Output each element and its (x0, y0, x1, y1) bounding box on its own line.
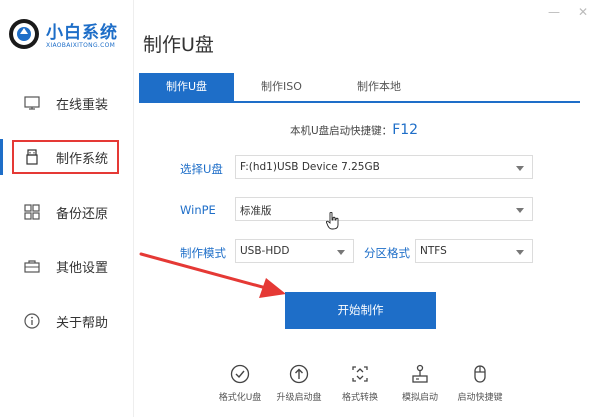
sidebar-item-label: 关于帮助 (56, 316, 109, 331)
tool-label: 格式化U盘 (218, 393, 262, 403)
partition-select-value: NTFS (420, 245, 447, 257)
sidebar-item-online-reinstall[interactable]: 在线重装 (0, 85, 133, 121)
partition-label: 分区格式 (364, 246, 410, 260)
hotkey-text: 本机U盘启动快捷键： (290, 125, 393, 137)
tab-bar: 制作U盘 制作ISO 制作本地 (139, 73, 580, 103)
page-title: 制作U盘 (143, 34, 214, 56)
start-make-button[interactable]: 开始制作 (285, 292, 436, 329)
usb-select-value: F:(hd1)USB Device 7.25GB (240, 161, 380, 173)
logo-subtitle: XIAOBAIXITONG.COM (46, 42, 116, 49)
chevron-down-icon (337, 250, 345, 255)
tool-label: 模拟启动 (401, 393, 438, 403)
sidebar-item-other-settings[interactable]: 其他设置 (0, 248, 133, 284)
winpe-label: WinPE (180, 203, 216, 217)
check-circle-icon (230, 364, 250, 384)
sidebar-item-backup-restore[interactable]: 备份还原 (0, 194, 133, 230)
chevron-down-icon (516, 208, 524, 213)
logo-title: 小白系统 (46, 23, 118, 43)
tab-make-local[interactable]: 制作本地 (329, 73, 429, 101)
chevron-down-icon (516, 250, 524, 255)
chevron-down-icon (516, 166, 524, 171)
highlight-frame (12, 140, 119, 174)
tool-upgrade-boot-disk[interactable]: 升级启动盘 (269, 364, 329, 412)
tool-label: 格式转换 (341, 393, 378, 403)
sidebar-item-about-help[interactable]: 关于帮助 (0, 303, 133, 339)
hotkey-key: F12 (392, 122, 419, 138)
tool-format-convert[interactable]: 格式转换 (330, 364, 390, 412)
xiaobai-logo-icon (9, 19, 39, 49)
tool-boot-hotkey[interactable]: 启动快捷键 (450, 364, 510, 412)
convert-icon (352, 366, 368, 382)
monitor-icon (24, 96, 40, 110)
upload-circle-icon (289, 364, 309, 384)
logo: 小白系统 XIAOBAIXITONG.COM (8, 16, 128, 56)
tab-make-usb[interactable]: 制作U盘 (139, 73, 234, 101)
sidebar: 小白系统 XIAOBAIXITONG.COM 在线重装 制作系统 备份还原 其他… (0, 0, 134, 417)
simulate-icon (412, 364, 428, 383)
partition-select[interactable]: NTFS (415, 239, 533, 263)
usb-label: 选择U盘 (180, 162, 223, 176)
briefcase-icon (24, 260, 40, 273)
active-indicator (0, 139, 3, 175)
usb-select[interactable]: F:(hd1)USB Device 7.25GB (235, 155, 533, 179)
sidebar-item-label: 在线重装 (56, 98, 109, 113)
tool-simulate-boot[interactable]: 模拟启动 (390, 364, 450, 412)
hotkey-hint: 本机U盘启动快捷键：F12 (290, 122, 418, 138)
grid-icon (24, 204, 40, 220)
close-button[interactable]: ✕ (578, 6, 590, 18)
pointer-arrow-icon (139, 252, 286, 298)
sidebar-item-label: 其他设置 (56, 261, 109, 276)
minimize-button[interactable]: — (548, 6, 560, 18)
info-icon (24, 313, 40, 329)
mouse-icon (474, 365, 486, 383)
hand-cursor-icon (326, 212, 339, 230)
tab-make-iso[interactable]: 制作ISO (234, 73, 329, 101)
tool-label: 升级启动盘 (276, 393, 322, 403)
winpe-select[interactable]: 标准版 (235, 197, 533, 221)
tool-label: 启动快捷键 (457, 393, 503, 403)
winpe-select-value: 标准版 (240, 205, 272, 217)
tool-format-usb[interactable]: 格式化U盘 (210, 364, 270, 412)
sidebar-item-label: 备份还原 (56, 207, 109, 222)
